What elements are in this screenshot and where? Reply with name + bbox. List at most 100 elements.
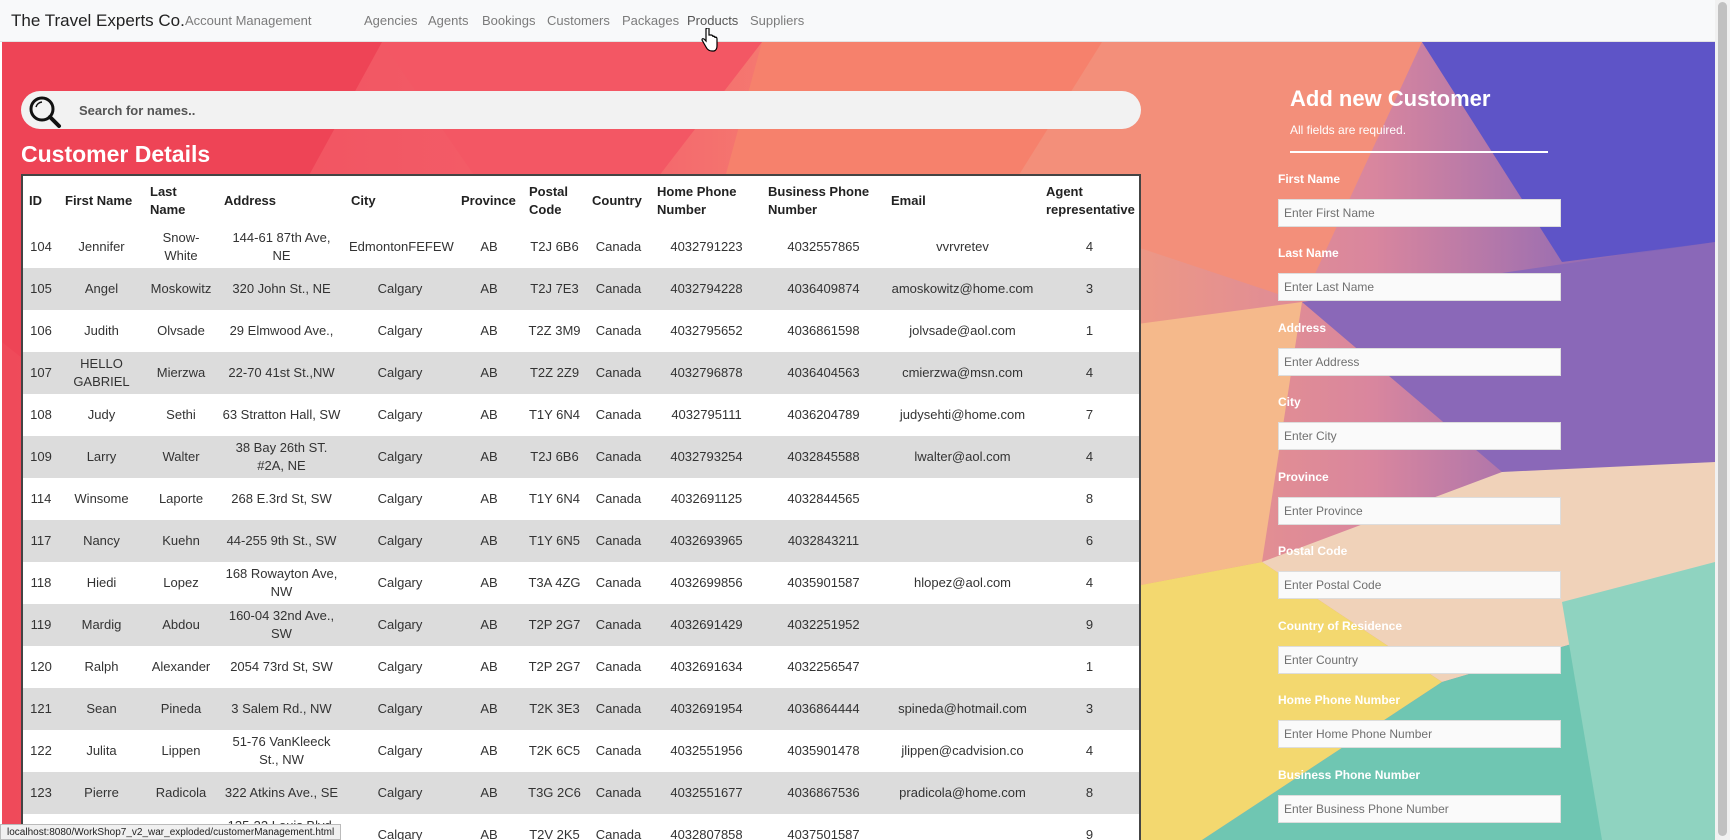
cell-id: 117	[23, 520, 59, 562]
address-input[interactable]	[1278, 348, 1561, 376]
cell-address: 63 Stratton Hall, SW	[222, 407, 341, 422]
cell-country: Canada	[586, 688, 651, 730]
cell-last-name: Moskowitz	[144, 268, 218, 310]
brand-link[interactable]: The Travel Experts Co.	[11, 11, 185, 31]
cell-country: Canada	[595, 323, 642, 338]
cell-postal-code: T2K 6C5	[528, 743, 581, 758]
cell-id: 122	[30, 743, 52, 758]
cell-country: Canada	[586, 604, 651, 646]
cell-business-phone: 4036861598	[787, 323, 860, 338]
cell-agent: 1	[1085, 323, 1094, 338]
cell-agent: 8	[1040, 772, 1139, 814]
nav-bookings[interactable]: Bookings	[482, 13, 535, 28]
cell-province: AB	[480, 575, 498, 590]
nav-customers[interactable]: Customers	[547, 13, 610, 28]
cell-email: hlopez@aol.com	[913, 575, 1012, 590]
label-address: Address	[1278, 321, 1327, 335]
cell-country: Canada	[586, 436, 651, 478]
cell-business-phone: 4035901478	[787, 743, 860, 758]
cell-postal-code: T2Z 2Z9	[523, 352, 586, 394]
cell-business-phone: 4032843211	[762, 520, 885, 562]
cell-last-name: Walter	[144, 436, 218, 478]
cell-first-name: Judith	[84, 323, 119, 338]
nav-account-management[interactable]: Account Management	[185, 13, 311, 28]
search-bar	[21, 91, 1141, 129]
cell-country: Canada	[586, 352, 651, 394]
cell-email: spineda@hotmail.com	[885, 688, 1040, 730]
cell-business-phone: 4032844565	[787, 491, 860, 506]
customer-table-container: ID First Name Last Name Address City Pro…	[21, 174, 1141, 840]
cell-province: AB	[480, 827, 498, 840]
postal-code-input[interactable]	[1278, 571, 1561, 599]
city-input[interactable]	[1278, 422, 1561, 450]
cell-first-name: Pierre	[59, 772, 144, 814]
cell-postal-code: T2V 2K5	[529, 827, 580, 840]
form-title: Add new Customer	[1290, 86, 1491, 111]
cell-city: Calgary	[377, 575, 423, 590]
cell-province: AB	[480, 659, 498, 674]
cell-home-phone: 4032693965	[651, 520, 762, 562]
cell-last-name: Laporte	[158, 491, 204, 506]
cell-home-phone: 4032551956	[670, 743, 743, 758]
nav-products[interactable]: Products	[687, 13, 738, 28]
cell-id: 104	[30, 239, 52, 254]
cell-first-name: Sean	[59, 688, 144, 730]
search-input[interactable]	[69, 91, 1139, 129]
cell-last-name: Snow-White	[162, 230, 200, 263]
cell-address: 268 E.3rd St, SW	[231, 491, 332, 506]
cell-home-phone: 4032795652	[670, 323, 743, 338]
browser-status-url: localhost:8080/WorkShop7_v2_war_exploded…	[0, 824, 342, 840]
cell-id: 114	[30, 491, 52, 506]
customer-details-title: Customer Details	[21, 141, 211, 167]
cell-address: 51-76 VanKleeck St., NW	[232, 734, 331, 767]
col-header-postal-code: Postal Code	[529, 184, 569, 217]
cell-email: pradicola@home.com	[885, 772, 1040, 814]
page-scrollbar-thumb[interactable]	[1718, 2, 1727, 836]
province-input[interactable]	[1278, 497, 1561, 525]
nav-packages[interactable]: Packages	[622, 13, 679, 28]
cell-email: jlippen@cadvision.co	[901, 743, 1024, 758]
table-row: 104 Jennifer Snow-White 144-61 87th Ave, NE…	[23, 226, 1139, 268]
cell-city: Calgary	[377, 743, 423, 758]
first-name-input[interactable]	[1278, 199, 1561, 227]
cell-business-phone: 4036404563	[762, 352, 885, 394]
nav-agents[interactable]: Agents	[428, 13, 468, 28]
cell-province: AB	[455, 520, 523, 562]
last-name-input[interactable]	[1278, 273, 1561, 301]
cell-address: 3 Salem Rd., NW	[218, 688, 345, 730]
cell-agent: 4	[1085, 575, 1094, 590]
nav-agencies[interactable]: Agencies	[364, 13, 417, 28]
col-header-agent: Agent representative	[1046, 184, 1135, 217]
business-phone-input[interactable]	[1278, 795, 1561, 823]
cell-agent: 4	[1040, 436, 1139, 478]
cell-home-phone: 4032699856	[670, 575, 743, 590]
cell-email	[885, 520, 1040, 562]
cell-city: Calgary	[345, 520, 455, 562]
form-divider	[1290, 151, 1548, 153]
cell-business-phone: 4036204789	[787, 407, 860, 422]
table-row: 122 Julita Lippen 51-76 VanKleeck St., NW Ca…	[23, 730, 1139, 772]
nav-suppliers[interactable]: Suppliers	[750, 13, 804, 28]
hand-pointer-icon	[701, 28, 718, 52]
country-input[interactable]	[1278, 646, 1561, 674]
cell-city: Calgary	[345, 604, 455, 646]
cell-country: Canada	[586, 268, 651, 310]
cell-id: 123	[23, 772, 59, 814]
cell-last-name: Kuehn	[144, 520, 218, 562]
col-header-business-phone: Business Phone Number	[768, 184, 870, 217]
col-header-province: Province	[461, 193, 516, 208]
label-postal-code: Postal Code	[1278, 544, 1348, 558]
cell-agent: 3	[1040, 688, 1139, 730]
cell-first-name: Hiedi	[86, 575, 117, 590]
cell-address: 160-04 32nd Ave., SW	[218, 604, 345, 646]
cell-postal-code: T2J 7E3	[523, 268, 586, 310]
cell-agent: 4	[1085, 743, 1094, 758]
cell-business-phone: 4036409874	[762, 268, 885, 310]
home-phone-input[interactable]	[1278, 720, 1561, 748]
col-header-home-phone: Home Phone Number	[657, 184, 737, 217]
cell-email	[885, 604, 1040, 646]
cell-home-phone: 4032794228	[651, 268, 762, 310]
cell-first-name: HELLO GABRIEL	[59, 352, 144, 394]
cell-city: Calgary	[345, 436, 455, 478]
cell-province: AB	[455, 268, 523, 310]
